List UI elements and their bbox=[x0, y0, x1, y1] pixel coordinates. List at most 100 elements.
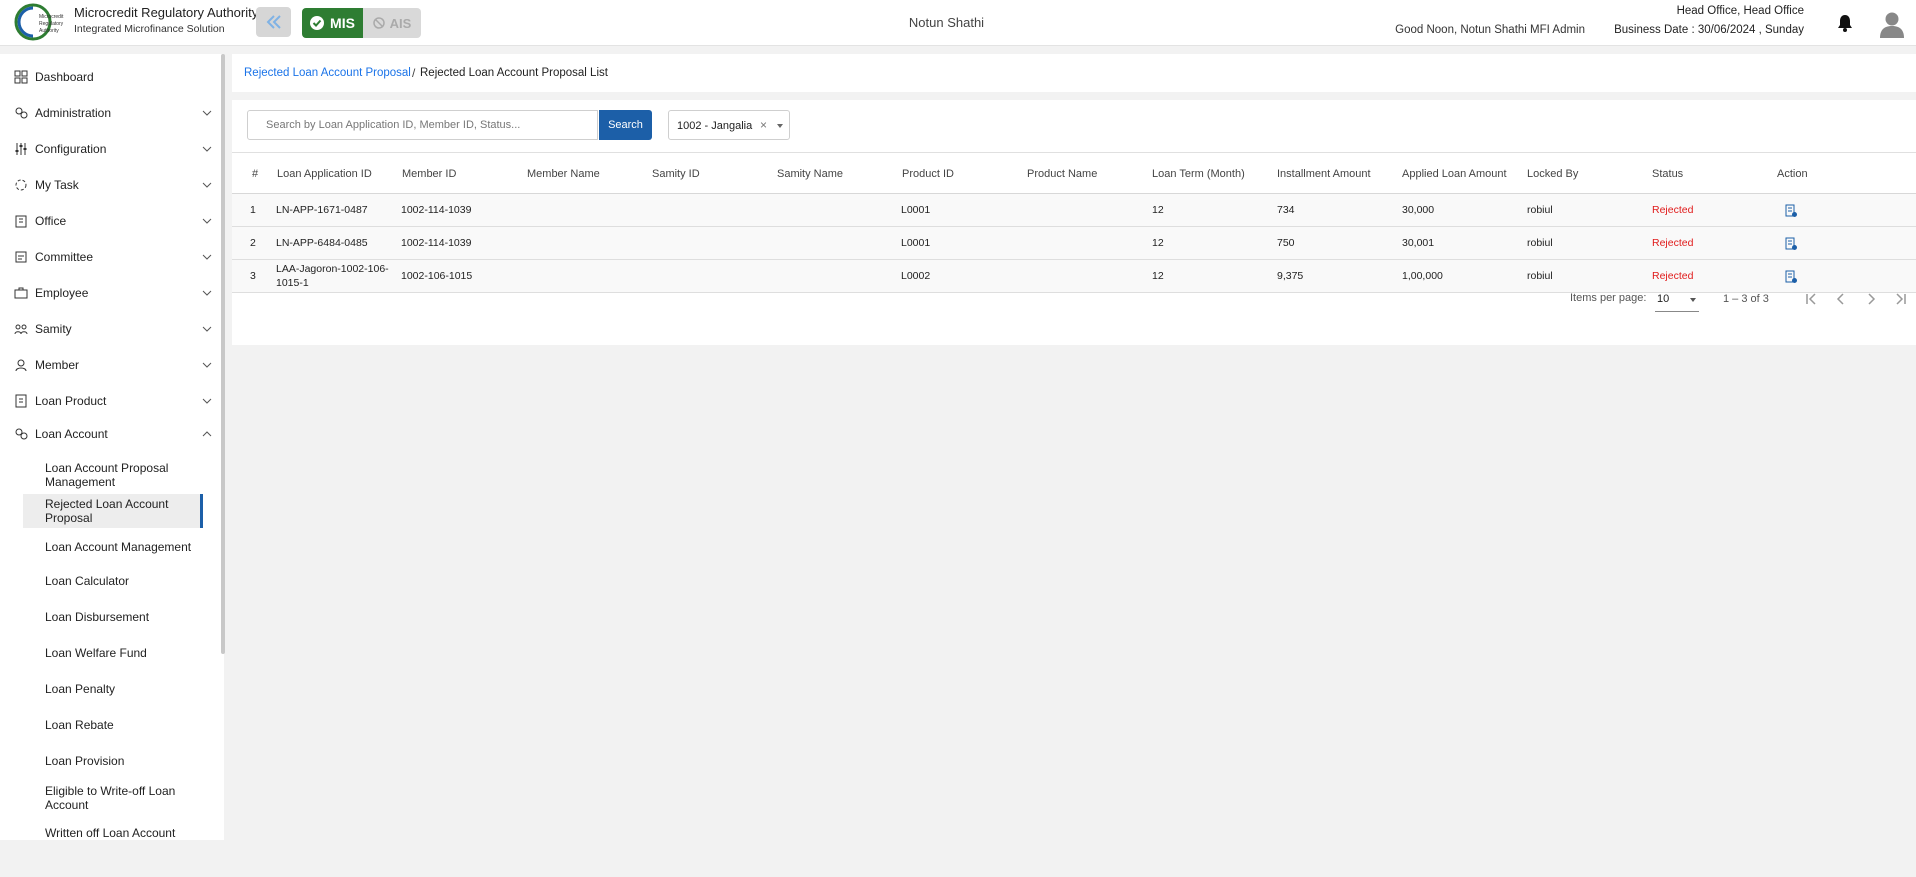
previous-page-icon[interactable] bbox=[1832, 290, 1850, 308]
col-header-member-name: Member Name bbox=[527, 168, 600, 180]
mra-logo: Microcredit Regulatory Authority bbox=[14, 3, 64, 41]
sub-item-label: Loan Disbursement bbox=[45, 610, 150, 624]
chevron-down-icon bbox=[202, 110, 212, 116]
dashboard-icon bbox=[14, 70, 28, 84]
ais-label: AIS bbox=[389, 15, 412, 31]
search-button[interactable]: Search bbox=[599, 110, 652, 140]
table-row: 1 LN-APP-1671-0487 1002-114-1039 L0001 1… bbox=[232, 194, 1916, 227]
branch-select[interactable]: 1002 - Jangalia × bbox=[668, 110, 790, 140]
sidebar-item-member[interactable]: Member bbox=[0, 351, 222, 379]
sidebar-item-dashboard[interactable]: Dashboard bbox=[0, 63, 222, 91]
sub-item-label: Loan Calculator bbox=[45, 574, 130, 588]
sidebar-item-loan-product[interactable]: Loan Product bbox=[0, 387, 222, 415]
items-per-page-select[interactable]: 10 bbox=[1655, 288, 1699, 312]
organization-name: Notun Shathi bbox=[908, 15, 985, 30]
sidebar-item-my-task[interactable]: My Task bbox=[0, 171, 222, 199]
sidebar-item-label: Loan Account bbox=[35, 427, 108, 441]
sub-item-loan-account-proposal-management[interactable]: Loan Account Proposal Management bbox=[23, 459, 203, 491]
administration-icon bbox=[15, 107, 28, 119]
sidebar-item-label: Employee bbox=[35, 286, 89, 300]
sub-item-loan-calculator[interactable]: Loan Calculator bbox=[23, 572, 203, 590]
sub-item-loan-disbursement[interactable]: Loan Disbursement bbox=[23, 608, 203, 626]
pagination-range: 1 – 3 of 3 bbox=[1723, 293, 1769, 305]
chevron-down-icon bbox=[202, 398, 212, 404]
mis-label: MIS bbox=[330, 15, 355, 31]
view-details-icon[interactable] bbox=[1784, 204, 1798, 218]
task-icon bbox=[15, 179, 27, 191]
svg-text:Authority: Authority bbox=[39, 28, 59, 34]
cell-status: Rejected bbox=[1652, 204, 1694, 216]
search-input[interactable] bbox=[247, 110, 598, 140]
cell-loan-term: 12 bbox=[1152, 237, 1164, 249]
col-header-product-name: Product Name bbox=[1027, 168, 1098, 180]
next-page-icon[interactable] bbox=[1862, 290, 1880, 308]
sub-item-written-off-loan-account[interactable]: Written off Loan Account bbox=[23, 824, 203, 842]
cell-member-id: 1002-114-1039 bbox=[401, 204, 472, 216]
chevron-down-icon bbox=[202, 290, 212, 296]
cell-status: Rejected bbox=[1652, 237, 1694, 249]
cell-member-id: 1002-114-1039 bbox=[401, 237, 472, 249]
collapse-sidebar-button[interactable] bbox=[256, 7, 291, 37]
mis-toggle-button[interactable]: MIS bbox=[302, 8, 363, 38]
sidebar-item-label: Office bbox=[35, 214, 67, 228]
view-details-icon[interactable] bbox=[1784, 237, 1798, 251]
chevron-down-icon bbox=[202, 254, 212, 260]
cell-loan-application-id: LN-APP-6484-0485 bbox=[276, 237, 368, 249]
col-header-samity-id: Samity ID bbox=[652, 168, 700, 180]
sub-item-loan-penalty[interactable]: Loan Penalty bbox=[23, 680, 203, 698]
col-header-product-id: Product ID bbox=[902, 168, 954, 180]
ais-toggle-button[interactable]: AIS bbox=[363, 8, 421, 38]
col-header-no: # bbox=[252, 168, 259, 180]
cell-applied: 30,000 bbox=[1402, 204, 1435, 216]
breadcrumb-link[interactable]: Rejected Loan Account Proposal bbox=[244, 67, 411, 79]
disabled-icon bbox=[372, 17, 385, 29]
sub-item-label: Written off Loan Account bbox=[45, 826, 176, 840]
branch-select-value: 1002 - Jangalia bbox=[677, 120, 753, 132]
cell-loan-term: 12 bbox=[1152, 204, 1164, 216]
cell-product-id: L0001 bbox=[901, 237, 931, 249]
cell-locked-by: robiul bbox=[1527, 237, 1553, 249]
samity-icon bbox=[14, 324, 28, 335]
sub-item-loan-welfare-fund[interactable]: Loan Welfare Fund bbox=[23, 644, 203, 662]
col-header-applied-loan-amount: Applied Loan Amount bbox=[1402, 168, 1507, 180]
first-page-icon[interactable] bbox=[1802, 290, 1820, 308]
sidebar-item-label: Committee bbox=[35, 250, 94, 264]
breadcrumb-separator: / bbox=[412, 66, 416, 80]
sidebar-item-committee[interactable]: Committee bbox=[0, 243, 222, 271]
cell-applied: 30,001 bbox=[1402, 237, 1435, 249]
last-page-icon[interactable] bbox=[1892, 290, 1910, 308]
committee-icon bbox=[15, 251, 27, 263]
sidebar-item-administration[interactable]: Administration bbox=[0, 99, 222, 127]
sidebar-item-loan-account[interactable]: Loan Account bbox=[0, 420, 222, 448]
office-icon bbox=[15, 215, 27, 228]
notification-bell-icon[interactable] bbox=[1836, 13, 1854, 33]
brand-title: Microcredit Regulatory Authority bbox=[74, 5, 259, 20]
double-chevron-left-icon bbox=[266, 15, 281, 29]
items-per-page-value: 10 bbox=[1657, 293, 1670, 305]
sidebar-item-configuration[interactable]: Configuration bbox=[0, 135, 222, 163]
col-header-installment-amount: Installment Amount bbox=[1277, 168, 1371, 180]
sidebar-item-employee[interactable]: Employee bbox=[0, 279, 222, 307]
breadcrumb: Rejected Loan Account Proposal / Rejecte… bbox=[232, 54, 1916, 92]
col-header-samity-name: Samity Name bbox=[777, 168, 844, 180]
sub-item-loan-account-management[interactable]: Loan Account Management bbox=[23, 531, 203, 563]
sidebar-item-label: Loan Product bbox=[35, 394, 107, 408]
paginator: Items per page: 10 1 – 3 of 3 bbox=[232, 280, 1916, 320]
main-content: Search 1002 - Jangalia × # Loan Applicat… bbox=[232, 100, 1916, 345]
cell-no: 1 bbox=[250, 204, 256, 216]
table-header: # Loan Application ID Member ID Member N… bbox=[232, 152, 1916, 194]
sub-item-loan-rebate[interactable]: Loan Rebate bbox=[23, 716, 203, 734]
items-per-page-label: Items per page: bbox=[1570, 292, 1647, 304]
user-avatar-icon[interactable] bbox=[1877, 9, 1907, 39]
clear-icon[interactable]: × bbox=[760, 118, 767, 132]
sub-item-rejected-loan-account-proposal[interactable]: Rejected Loan Account Proposal bbox=[23, 494, 203, 528]
col-header-loan-term: Loan Term (Month) bbox=[1152, 168, 1245, 180]
rejected-proposals-table: # Loan Application ID Member ID Member N… bbox=[232, 152, 1916, 293]
col-header-status: Status bbox=[1652, 168, 1684, 180]
sub-item-eligible-write-off[interactable]: Eligible to Write-off Loan Account bbox=[23, 782, 203, 814]
sidebar-item-samity[interactable]: Samity bbox=[0, 315, 222, 343]
sidebar-item-office[interactable]: Office bbox=[0, 207, 222, 235]
sub-item-loan-provision[interactable]: Loan Provision bbox=[23, 752, 203, 770]
dropdown-arrow-icon bbox=[777, 124, 783, 128]
col-header-loan-application-id: Loan Application ID bbox=[277, 168, 372, 180]
